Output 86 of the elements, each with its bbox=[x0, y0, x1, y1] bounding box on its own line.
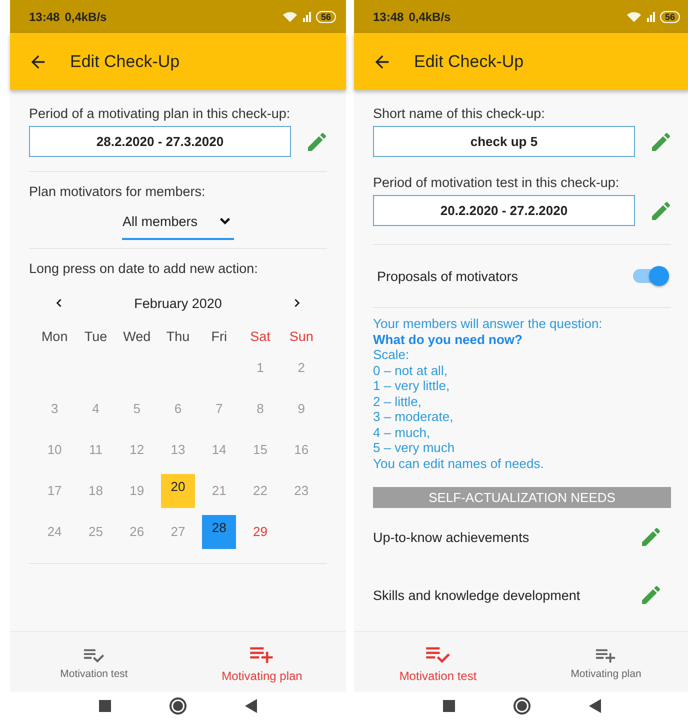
input-field[interactable]: 28.2.2020 - 27.3.2020 bbox=[29, 126, 291, 157]
calendar-day[interactable]: 25 bbox=[78, 514, 113, 548]
battery-indicator: 56 bbox=[316, 10, 336, 22]
weekday-label: Thu bbox=[166, 328, 190, 346]
home-circle-icon[interactable] bbox=[169, 697, 187, 715]
field-label: Period of motivation test in this check-up: bbox=[373, 175, 620, 190]
wifi-icon bbox=[626, 10, 642, 22]
calendar-day[interactable]: 20 bbox=[160, 474, 195, 508]
info-text: 0 – not at all, bbox=[373, 362, 448, 378]
calendar-day[interactable]: 26 bbox=[120, 514, 154, 548]
calendar-day[interactable]: 27 bbox=[160, 514, 195, 548]
bottom-nav-tab[interactable]: Motivating plan bbox=[178, 632, 346, 692]
pencil-icon[interactable] bbox=[641, 527, 661, 547]
dropdown-label: Plan motivators for members: bbox=[29, 184, 206, 199]
calendar-day[interactable]: 4 bbox=[78, 392, 113, 426]
section-header: SELF-ACTUALIZATION NEEDS bbox=[373, 487, 671, 508]
calendar-day[interactable]: 1 bbox=[243, 350, 278, 384]
need-name: Skills and knowledge development bbox=[373, 588, 580, 602]
weekday-label: Sun bbox=[289, 328, 314, 346]
calendar-day[interactable]: 12 bbox=[120, 432, 154, 466]
network-speed: 0,4kB/s bbox=[64, 10, 107, 24]
month-title: February 2020 bbox=[134, 296, 222, 310]
status-time: 13:48 bbox=[373, 10, 404, 24]
signal-icon bbox=[302, 12, 311, 22]
screen-title: Edit Check-Up bbox=[414, 52, 524, 72]
calendar-day[interactable]: 3 bbox=[38, 392, 72, 426]
weekday-label: Wed bbox=[123, 328, 151, 346]
calendar-day[interactable]: 15 bbox=[243, 432, 278, 466]
calendar-day[interactable]: 2 bbox=[284, 350, 318, 384]
input-field[interactable]: check up 5 bbox=[373, 126, 635, 157]
calendar-day[interactable]: 10 bbox=[38, 432, 72, 466]
toggle-label: Proposals of motivators bbox=[377, 268, 518, 284]
calendar-day[interactable]: 11 bbox=[78, 432, 113, 466]
need-name: Up-to-know achievements bbox=[373, 530, 530, 544]
calendar-day[interactable]: 5 bbox=[120, 392, 154, 426]
pencil-icon[interactable] bbox=[307, 132, 327, 152]
calendar-day[interactable]: 28 bbox=[202, 514, 236, 548]
field-label: Short name of this check-up: bbox=[373, 106, 545, 121]
info-text: 4 – much, bbox=[373, 424, 430, 440]
network-speed: 0,4kB/s bbox=[408, 10, 451, 24]
battery-indicator: 56 bbox=[660, 10, 680, 22]
info-text: Scale: bbox=[373, 347, 410, 362]
home-circle-icon[interactable] bbox=[513, 697, 531, 715]
info-text: 3 – moderate, bbox=[373, 409, 454, 424]
info-text: 1 – very little, bbox=[373, 378, 450, 394]
status-time: 13:48 bbox=[29, 10, 60, 24]
bottom-nav-tab[interactable]: Motivating plan bbox=[522, 632, 688, 692]
field-label: Period of a motivating plan in this check-up: bbox=[29, 106, 290, 121]
screen-title: Edit Check-Up bbox=[70, 52, 180, 72]
input-field[interactable]: 20.2.2020 - 27.2.2020 bbox=[373, 195, 635, 226]
back-triangle-icon[interactable] bbox=[589, 699, 601, 713]
bottom-nav-tab[interactable]: Motivation test bbox=[354, 632, 522, 692]
calendar-day[interactable]: 23 bbox=[284, 474, 318, 508]
calendar-day[interactable]: 8 bbox=[243, 392, 278, 426]
info-text: 2 – little, bbox=[373, 394, 422, 409]
info-text: What do you need now? bbox=[373, 332, 522, 347]
bottom-nav-tab[interactable]: Motivation test bbox=[10, 632, 178, 692]
weekday-label: Fri bbox=[211, 328, 227, 346]
calendar-day[interactable]: 6 bbox=[160, 392, 195, 426]
weekday-label: Tue bbox=[84, 328, 108, 346]
back-triangle-icon[interactable] bbox=[245, 699, 257, 713]
toggle-switch[interactable] bbox=[633, 269, 667, 283]
info-text: Your members will answer the question: bbox=[373, 316, 602, 332]
weekday-label: Mon bbox=[41, 328, 68, 346]
info-text: You can edit names of needs. bbox=[373, 456, 544, 471]
pencil-icon[interactable] bbox=[641, 585, 661, 605]
calendar-day[interactable]: 18 bbox=[78, 474, 113, 508]
calendar-day[interactable]: 7 bbox=[202, 392, 236, 426]
calendar-day[interactable]: 17 bbox=[38, 474, 72, 508]
signal-icon bbox=[646, 12, 655, 22]
info-text: 5 – very much bbox=[373, 440, 455, 456]
calendar-day[interactable]: 16 bbox=[284, 432, 318, 466]
calendar-hint: Long press on date to add new action: bbox=[29, 261, 258, 276]
members-dropdown[interactable]: All members bbox=[122, 208, 234, 240]
calendar-day[interactable]: 13 bbox=[160, 432, 195, 466]
calendar-day[interactable]: 22 bbox=[243, 474, 278, 508]
calendar-day[interactable]: 21 bbox=[202, 474, 236, 508]
weekday-label: Sat bbox=[250, 328, 270, 346]
calendar-day[interactable]: 19 bbox=[120, 474, 154, 508]
calendar-day[interactable]: 24 bbox=[38, 514, 72, 548]
calendar-day[interactable]: 14 bbox=[202, 432, 236, 466]
pencil-icon[interactable] bbox=[651, 132, 671, 152]
pencil-icon[interactable] bbox=[651, 200, 671, 220]
wifi-icon bbox=[282, 10, 298, 22]
calendar-day[interactable]: 29 bbox=[243, 514, 278, 548]
calendar-day[interactable]: 9 bbox=[284, 392, 318, 426]
